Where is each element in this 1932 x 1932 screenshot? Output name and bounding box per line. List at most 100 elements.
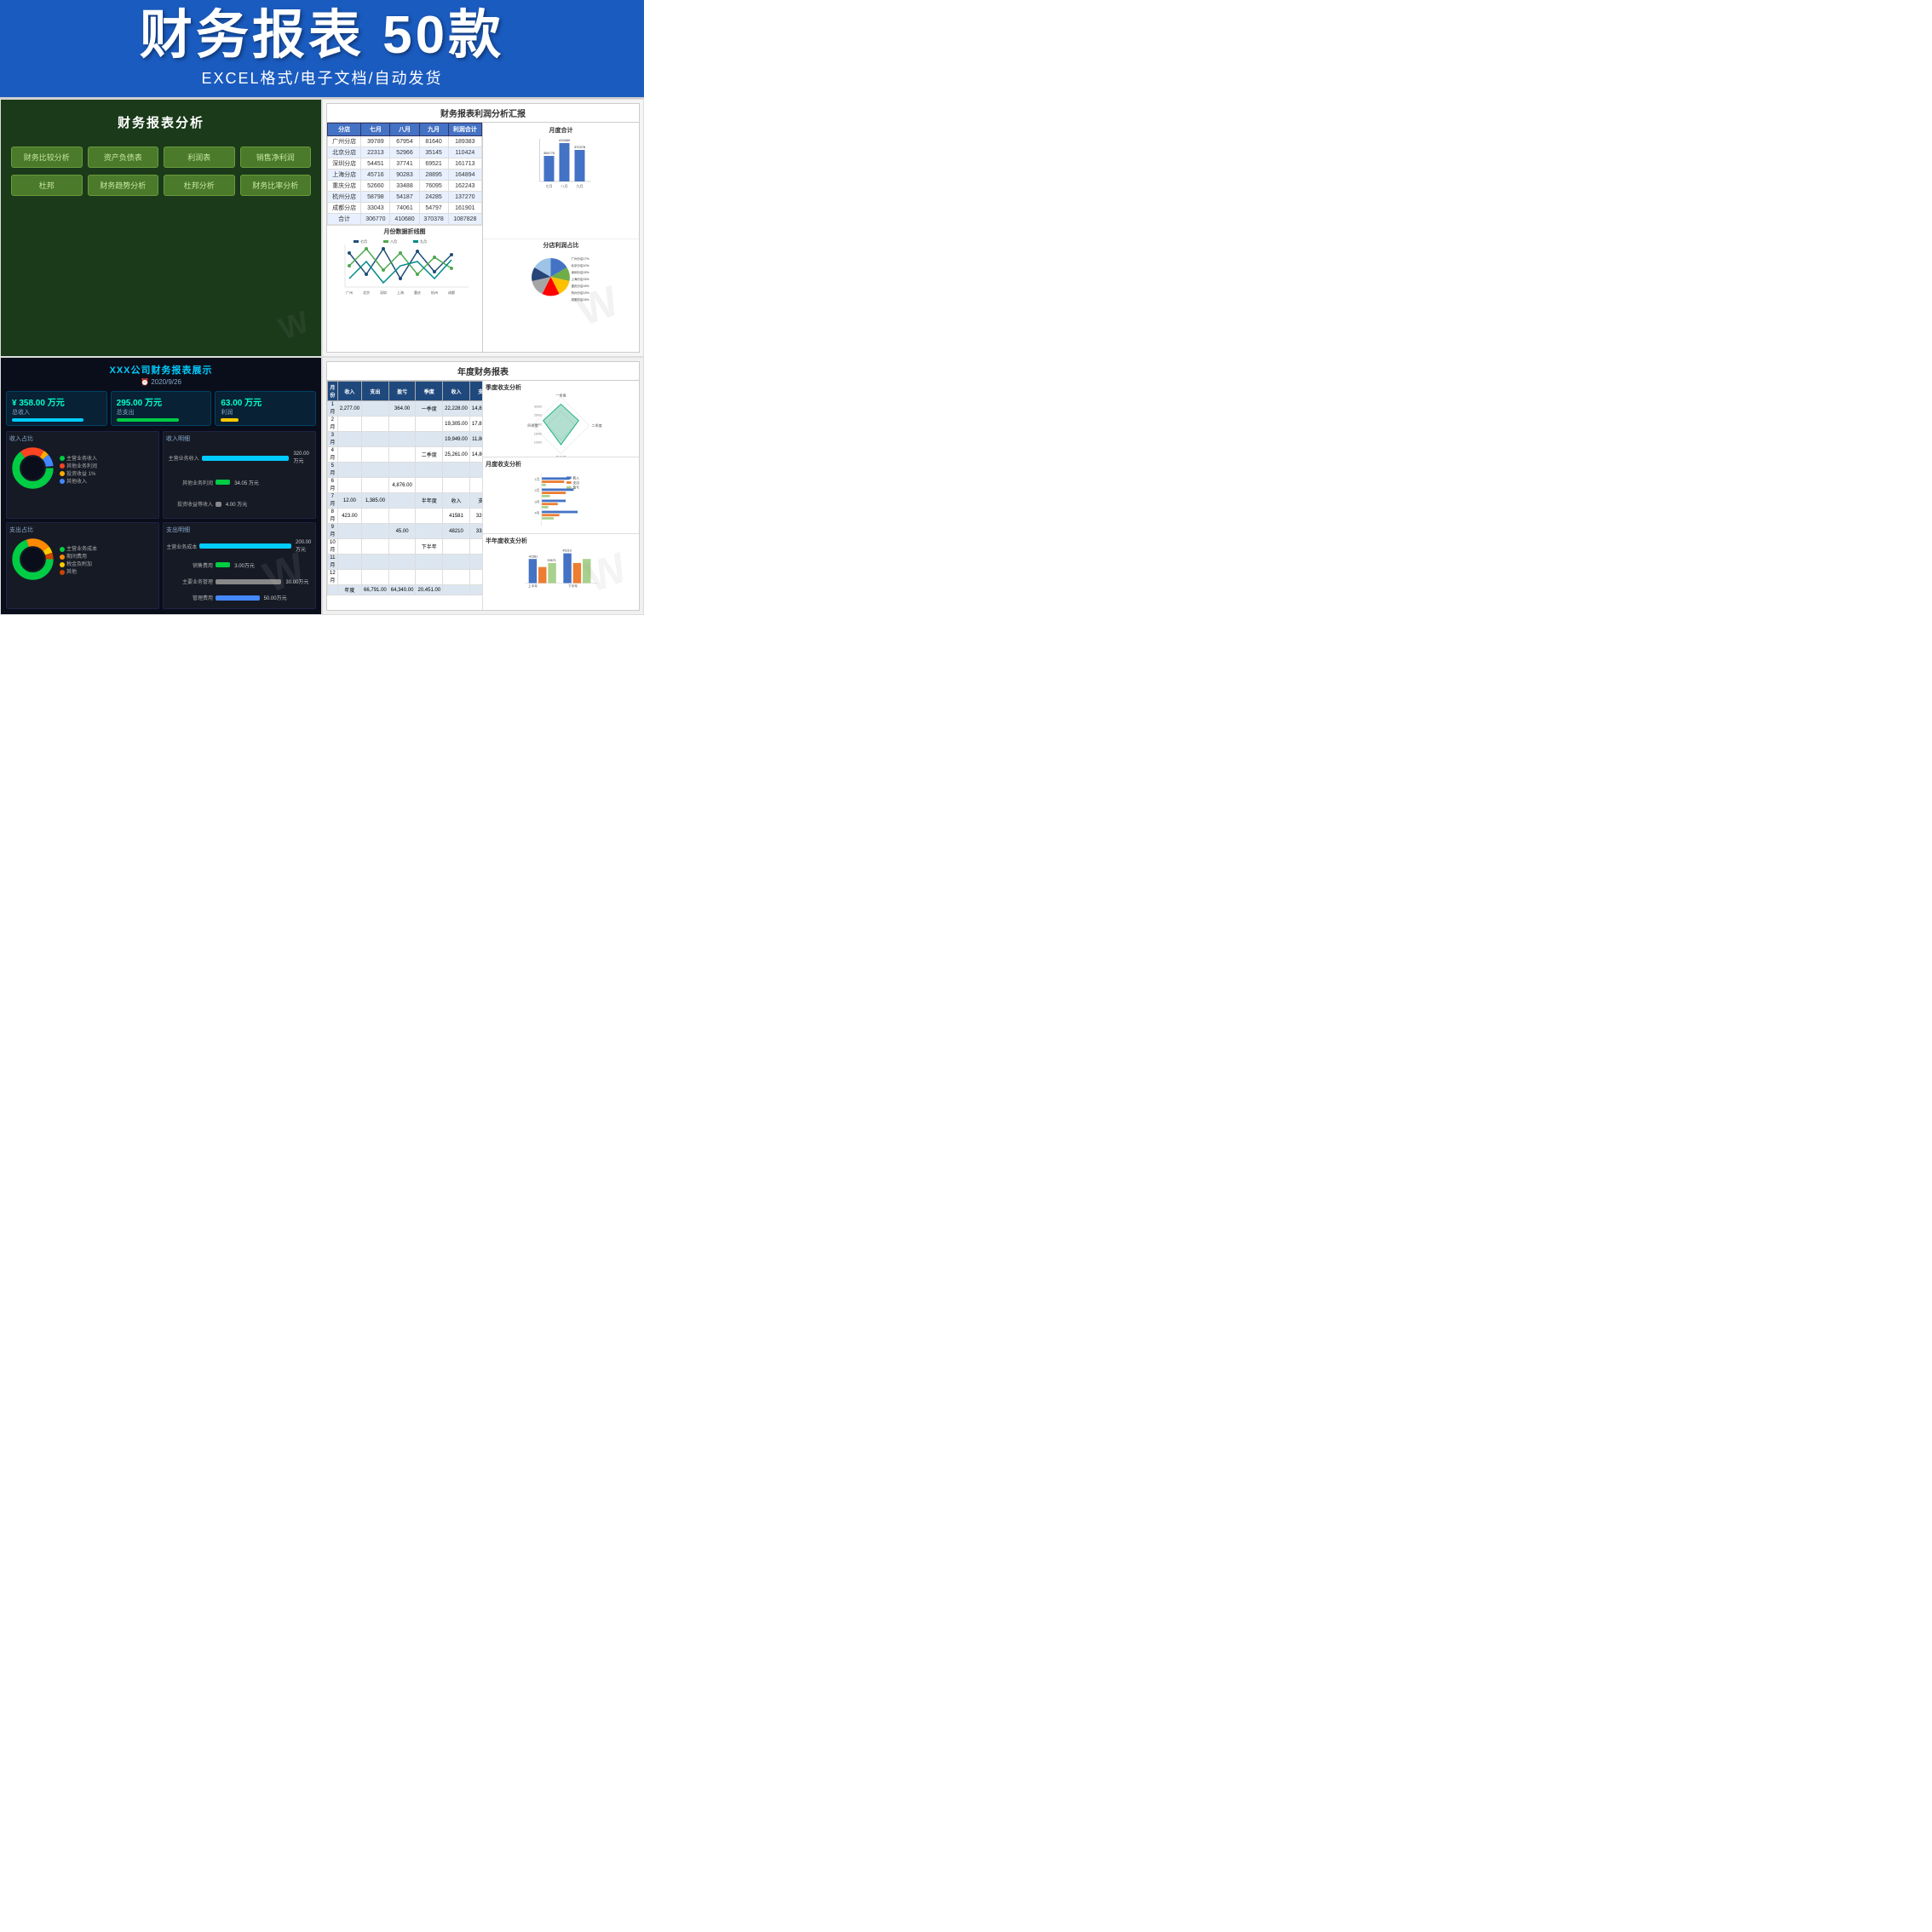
svg-text:深圳分店15%: 深圳分店15%	[572, 270, 589, 274]
q2-table-cell: 69521	[419, 158, 448, 170]
q3-kpi-profit-label: 利润	[221, 408, 310, 417]
q4-seasonal-title: 季度收支分析	[486, 383, 636, 392]
q2-table-cell: 24285	[419, 192, 448, 203]
q2-table-row: 杭州分店587985418724285137270	[328, 192, 482, 203]
q1-btn-trend[interactable]: 财务趋势分析	[88, 175, 159, 196]
q3-donut2: 支出占比 主营业务成本 期间费用 税金及附加 其他	[6, 522, 159, 610]
q4-monthly-title: 月度收支分析	[486, 460, 636, 469]
q3-donut1-svg	[9, 445, 56, 492]
svg-text:杭州分店13%: 杭州分店13%	[572, 290, 589, 295]
q1-btn-ratio[interactable]: 财务比率分析	[240, 175, 312, 196]
q2-inner: 财务报表利润分析汇报 分店 七月 八月 九月 利润合计	[326, 103, 640, 353]
q4-table-cell: 1月	[328, 401, 338, 417]
q3-title: XXX公司财务报表展示	[6, 363, 316, 377]
svg-text:306770: 306770	[543, 151, 555, 155]
q3-donut2-label: 支出占比	[9, 526, 156, 534]
q1-btn-balance[interactable]: 资产负债表	[88, 147, 159, 168]
q2-table-cell: 广州分店	[328, 136, 361, 147]
q4-table-cell: 11月	[328, 555, 338, 570]
q4-table-cell: 33871	[469, 524, 483, 539]
q2-table-cell: 合计	[328, 214, 361, 225]
q2-pie-title: 分店利润占比	[485, 241, 637, 250]
q3-expense-row2: 销售费用 3.00万元	[166, 561, 313, 569]
q4-table-cell	[388, 417, 416, 432]
q4-table-cell: 64,340.00	[388, 585, 416, 595]
q3-donut2-svg	[9, 536, 56, 583]
q4-th-q-income: 收入	[443, 382, 470, 401]
q4-table-row: 12月	[328, 570, 484, 585]
q4-table-row: 11月	[328, 555, 484, 570]
q4-table-cell	[337, 447, 361, 463]
svg-text:重庆: 重庆	[414, 290, 421, 295]
q3-donut1-legend: 主营业务收入 其他业务利润 投资收益 1% 其他收入	[60, 454, 97, 485]
q2-table-cell: 161901	[448, 203, 481, 214]
q2-table-cell: 54797	[419, 203, 448, 214]
q4-table-row: 7月12.001,385.00半年度收入支出盈亏	[328, 493, 484, 509]
q3-kpi-expense-value: 295.00 万元	[117, 395, 206, 408]
svg-text:广州分店17%: 广州分店17%	[572, 256, 589, 261]
q4-table-cell	[469, 539, 483, 555]
svg-text:上半年: 上半年	[528, 584, 538, 588]
q4-table-cell: 收入	[443, 493, 470, 509]
q2-table-cell: 37741	[390, 158, 419, 170]
q4-table-cell: 25,261.00	[443, 447, 470, 463]
svg-text:2月: 2月	[535, 488, 540, 492]
q2-pie-section: 分店利润占比	[483, 239, 639, 352]
q4-table-cell: 32669	[469, 509, 483, 524]
q4-table-cell	[388, 493, 416, 509]
q4-table-cell: 9月	[328, 524, 338, 539]
svg-text:上海分店15%: 上海分店15%	[572, 277, 589, 281]
q2-table-row: 成都分店330437406154797161901	[328, 203, 482, 214]
q2-table-cell: 81640	[419, 136, 448, 147]
svg-text:370378: 370378	[574, 145, 586, 149]
q2-table-cell: 成都分店	[328, 203, 361, 214]
q1-btn-dupont-analysis[interactable]: 杜邦分析	[164, 175, 235, 196]
q4-table-cell	[362, 555, 389, 570]
q2-content: 分店 七月 八月 九月 利润合计 广州分店3978967954816401893…	[327, 123, 639, 352]
q3-income-row1: 主营业务收入 320.00 万元	[166, 451, 313, 464]
q1-btn-compare[interactable]: 财务比较分析	[11, 147, 83, 168]
q2-table-cell: 52660	[361, 181, 390, 192]
q4-table-cell	[469, 463, 483, 478]
q4-table-cell: 48210	[443, 524, 470, 539]
q4-th-profit: 盈亏	[388, 382, 416, 401]
q4-table-cell	[388, 432, 416, 447]
q4-table-cell: 19,949.00	[443, 432, 470, 447]
q4-table-cell: 8月	[328, 509, 338, 524]
q4-table-cell: 2,277.00	[337, 401, 361, 417]
svg-text:25000: 25000	[534, 414, 542, 417]
q1-btn-dupont[interactable]: 杜邦	[11, 175, 83, 196]
q4-table-cell	[362, 524, 389, 539]
q2-table-cell: 北京分店	[328, 147, 361, 158]
q4-table-cell: 11,866.00	[469, 432, 483, 447]
svg-text:盈亏: 盈亏	[573, 486, 580, 490]
q4-table-cell: 364.00	[388, 401, 416, 417]
q2-table-row: 重庆分店526603348876095162243	[328, 181, 482, 192]
q4-table-cell	[362, 570, 389, 585]
q4-title: 年度财务报表	[327, 362, 639, 381]
q4-table-cell	[337, 478, 361, 493]
q2-table-cell: 370378	[419, 214, 448, 225]
q4-table-cell	[443, 478, 470, 493]
q4-table-cell	[337, 539, 361, 555]
q4-table-cell	[443, 463, 470, 478]
q4-table-cell: 66,791.00	[362, 585, 389, 595]
q4-table-row: 10月下半年	[328, 539, 484, 555]
q1-btn-net-profit[interactable]: 销售净利润	[240, 147, 312, 168]
q4-table-cell	[362, 509, 389, 524]
q2-table-row: 上海分店457169028328895164894	[328, 170, 482, 181]
q4-table-cell: 17,819.00	[469, 417, 483, 432]
q4-table-cell: 19,305.00	[443, 417, 470, 432]
q4-monthly-svg: 1月 2月 3月 4月	[486, 470, 636, 530]
q4-monthly-chart: 月度收支分析 1月 2月	[483, 457, 639, 534]
q4-table-cell: 12.00	[337, 493, 361, 509]
q2-right-charts: 月度合计 306770 410680 370378	[483, 123, 639, 352]
q2-table-cell: 137270	[448, 192, 481, 203]
q1-buttons-row1: 财务比较分析 资产负债表 利润表 销售净利润	[11, 147, 311, 168]
q4-table-cell	[469, 585, 483, 595]
q2-th-aug: 八月	[390, 124, 419, 136]
q1-btn-profit[interactable]: 利润表	[164, 147, 235, 168]
q2-th-branch: 分店	[328, 124, 361, 136]
q2-th-total: 利润合计	[448, 124, 481, 136]
q4-table-cell	[362, 463, 389, 478]
